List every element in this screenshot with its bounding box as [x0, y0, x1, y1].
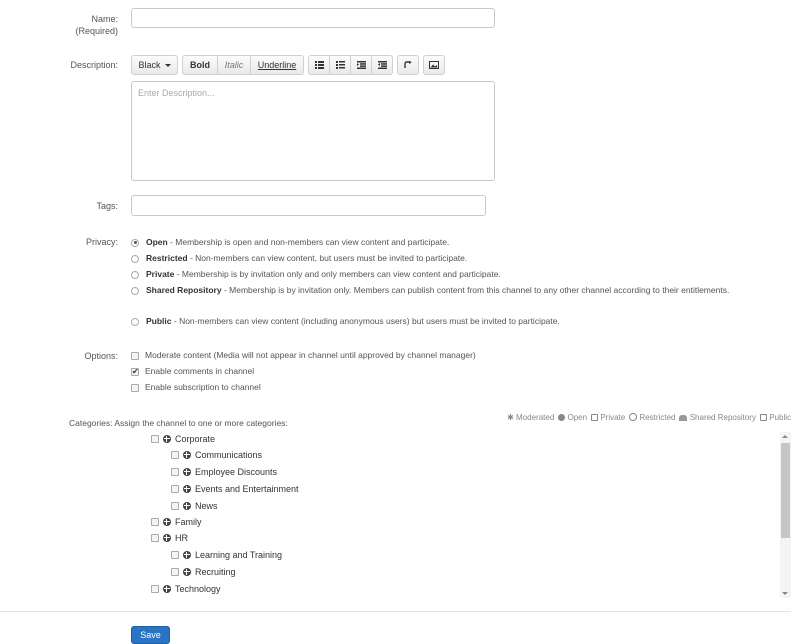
category-checkbox[interactable]	[171, 568, 179, 576]
privacy-option-open[interactable]: Open - Membership is open and non-member…	[131, 237, 751, 248]
category-item[interactable]: HR	[151, 532, 188, 544]
option-moderate-content[interactable]: Moderate content (Media will not appear …	[131, 350, 476, 361]
legend-shared-repository: Shared Repository	[679, 413, 756, 422]
category-item[interactable]: Learning and Training	[171, 549, 282, 561]
save-button[interactable]: Save	[131, 626, 170, 644]
chevron-down-icon	[164, 63, 171, 67]
privacy-radio-restricted[interactable]	[131, 254, 139, 263]
category-checkbox[interactable]	[171, 485, 179, 493]
legend-moderated: ✱ Moderated	[507, 413, 555, 422]
privacy-option-shared-repository[interactable]: Shared Repository - Membership is by inv…	[131, 285, 751, 296]
name-input[interactable]	[131, 8, 495, 28]
category-checkbox[interactable]	[171, 451, 179, 459]
category-tree: Corporate Communications Employee Discou…	[140, 428, 778, 598]
scroll-down-icon[interactable]	[782, 592, 788, 595]
category-checkbox[interactable]	[171, 551, 179, 559]
category-checkbox[interactable]	[171, 468, 179, 476]
globe-icon	[163, 585, 171, 593]
description-textarea[interactable]	[131, 81, 495, 181]
option-enable-comments[interactable]: Enable comments in channel	[131, 366, 254, 377]
description-label: Description:	[70, 60, 118, 70]
category-checkbox[interactable]	[151, 534, 159, 542]
legend-restricted: Restricted	[629, 413, 675, 422]
globe-icon	[163, 534, 171, 542]
options-label: Options:	[84, 351, 118, 361]
legend-open: Open	[558, 413, 587, 422]
enable-subscription-checkbox[interactable]	[131, 383, 139, 392]
category-item[interactable]: Recruiting	[171, 566, 236, 578]
globe-icon	[183, 468, 191, 476]
ordered-list-icon[interactable]	[329, 55, 351, 75]
globe-icon	[183, 502, 191, 510]
enable-comments-checkbox[interactable]	[131, 366, 139, 377]
globe-icon	[183, 551, 191, 559]
scrollbar-thumb[interactable]	[781, 443, 790, 538]
category-legend: ✱ Moderated Open Private Restricted Shar…	[507, 413, 791, 422]
lock-icon	[591, 414, 599, 421]
privacy-label: Privacy:	[85, 237, 118, 247]
privacy-option-public[interactable]: Public - Non-members can view content (i…	[131, 316, 751, 327]
globe-icon	[183, 568, 191, 576]
category-item[interactable]: Events and Entertainment	[171, 483, 299, 495]
indent-icon[interactable]	[371, 55, 393, 75]
legend-private: Private	[591, 413, 625, 422]
globe-icon	[183, 451, 191, 459]
category-checkbox[interactable]	[151, 435, 159, 443]
tags-input[interactable]	[131, 195, 486, 216]
image-icon[interactable]	[423, 55, 445, 75]
categories-heading: Categories: Assign the channel to one or…	[69, 418, 288, 428]
unlock-icon	[759, 414, 767, 421]
category-checkbox[interactable]	[171, 502, 179, 510]
bold-button[interactable]: Bold	[182, 55, 218, 75]
category-checkbox[interactable]	[151, 585, 159, 593]
globe-icon	[163, 435, 171, 443]
unordered-list-icon[interactable]	[308, 55, 330, 75]
legend-public: Public	[759, 413, 791, 422]
footer-divider	[0, 611, 791, 612]
privacy-option-private[interactable]: Private - Membership is by invitation on…	[131, 269, 751, 280]
globe-icon	[163, 518, 171, 526]
category-item[interactable]: Communications	[171, 449, 262, 461]
underline-button[interactable]: Underline	[250, 55, 304, 75]
outdent-icon[interactable]	[350, 55, 372, 75]
name-label: Name: (Required)	[75, 14, 118, 36]
globe-icon	[558, 414, 566, 421]
category-checkbox[interactable]	[151, 518, 159, 526]
privacy-radio-open[interactable]	[131, 238, 139, 247]
scroll-up-icon[interactable]	[782, 435, 788, 438]
font-color-dropdown[interactable]: Black	[131, 55, 178, 75]
category-item[interactable]: Family	[151, 516, 202, 528]
category-item[interactable]: Technology	[151, 583, 221, 595]
globe-icon	[183, 485, 191, 493]
link-icon[interactable]	[397, 55, 419, 75]
privacy-radio-shared-repository[interactable]	[131, 286, 139, 295]
category-item[interactable]: News	[171, 500, 218, 512]
ban-icon	[629, 413, 638, 421]
tags-label: Tags:	[96, 201, 118, 211]
category-item[interactable]: Corporate	[151, 433, 215, 445]
category-item[interactable]: Employee Discounts	[171, 466, 277, 478]
privacy-radio-public[interactable]	[131, 317, 139, 326]
privacy-radio-private[interactable]	[131, 270, 139, 279]
option-enable-subscription[interactable]: Enable subscription to channel	[131, 382, 261, 393]
group-icon	[679, 415, 688, 421]
italic-button[interactable]: Italic	[217, 55, 251, 75]
editor-toolbar: Black Bold Italic Underline	[131, 55, 445, 75]
privacy-option-restricted[interactable]: Restricted - Non-members can view conten…	[131, 253, 751, 264]
category-scrollbar[interactable]	[780, 432, 791, 598]
moderate-content-checkbox[interactable]	[131, 351, 139, 360]
